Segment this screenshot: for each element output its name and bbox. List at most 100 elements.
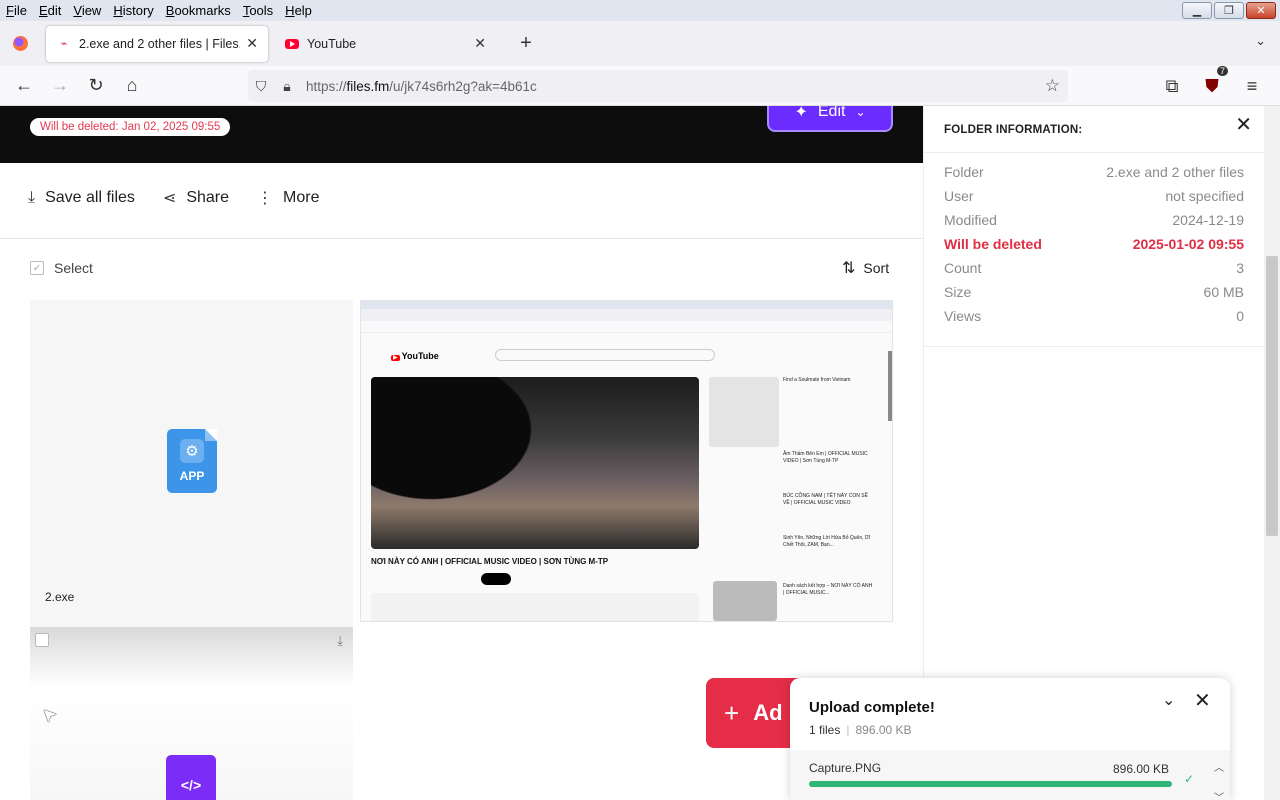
extensions-icon[interactable]: ⧉ [1154,70,1190,102]
download-icon[interactable]: ⤓ [337,633,343,649]
select-all-checkbox[interactable]: ✓ [30,261,44,275]
restore-button[interactable]: ❐ [1214,2,1244,19]
info-row-user: User not specified [944,184,1244,208]
code-icon-label: </> [180,777,202,793]
info-label: Size [944,284,972,300]
close-icon[interactable]: ✕ [1235,112,1252,137]
page-content: Will be deleted: Jan 02, 2025 09:55 ✦ Ed… [0,106,923,800]
checkmark-icon: ✓ [1184,772,1195,786]
upload-files-count: 1 files [809,723,841,737]
scrollbar-thumb[interactable] [1266,256,1278,536]
file-card-image-preview[interactable]: YouTube NƠI NÀY CÓ ANH | OFFICIAL MUSIC … [360,300,893,622]
info-value: 2025-01-02 09:55 [1132,236,1244,252]
sort-label: Sort [863,260,890,276]
info-row-views: Views 0 [944,304,1244,328]
plus-icon: + [724,697,740,728]
list-tabs-chevron-icon[interactable]: ⌄ [1255,33,1266,49]
thumb-side-item: BÚC CÔNG NAM | TẾT NÀY CON SẼ VỀ | OFFIC… [783,493,868,506]
edit-button[interactable]: ✦ Edit ⌄ [767,106,893,132]
menu-help[interactable]: Help [279,3,318,18]
tab-youtube[interactable]: YouTube ✕ [274,26,496,62]
upload-summary: 1 files | 896.00 KB [809,723,912,737]
sort-button[interactable]: ⇅ Sort [842,258,889,278]
menu-history[interactable]: History [107,3,159,18]
toolbar-right: ⧉ ⛊ 7 ≡ [1154,66,1270,102]
reload-button[interactable]: ↻ [78,70,114,102]
save-all-files-button[interactable]: ⤓ Save all files [28,188,135,208]
toolbar-divider [0,238,923,239]
select-all-control[interactable]: ✓ Select [30,260,93,276]
minimize-button[interactable]: ▁ [1182,2,1212,19]
panel-divider [924,152,1265,153]
file-card-code[interactable]: ⤓ </> [30,627,353,800]
folder-header: Will be deleted: Jan 02, 2025 09:55 ✦ Ed… [0,106,923,163]
forward-button[interactable]: → [42,70,78,102]
info-row-count: Count 3 [944,256,1244,280]
app-menu-icon[interactable]: ≡ [1234,70,1270,102]
tab-close-icon[interactable]: ✕ [246,35,258,52]
share-button[interactable]: ⋖ Share [163,188,229,208]
tab-title: 2.exe and 2 other files | Files.fm. [79,36,240,51]
gear-icon: ⚙ [180,439,204,463]
extension-badge: 7 [1216,66,1228,76]
panel-divider [924,346,1265,347]
info-label: Views [944,308,982,324]
close-icon[interactable]: ✕ [1194,688,1211,713]
new-tab-button[interactable]: + [508,32,544,55]
window-controls: ▁ ❐ ✕ [1182,2,1276,19]
page-scrollbar[interactable] [1264,106,1280,800]
home-button[interactable]: ⌂ [114,70,150,102]
code-file-icon: </> [166,755,216,800]
menu-edit[interactable]: Edit [33,3,67,18]
back-button[interactable]: ← [6,70,42,102]
info-row-will-be-deleted: Will be deleted 2025-01-02 09:55 [944,232,1244,256]
menu-bookmarks[interactable]: Bookmarks [160,3,237,18]
tab-files-fm[interactable]: ⌁ 2.exe and 2 other files | Files.fm. ✕ [46,25,268,62]
upload-title: Upload complete! [809,699,935,716]
ublock-extension-icon[interactable]: ⛊ 7 [1194,66,1230,102]
shield-icon[interactable]: ⛉ [248,78,274,95]
info-row-modified: Modified 2024-12-19 [944,208,1244,232]
upload-progress-fill [809,781,1172,787]
tab-title: YouTube [307,36,357,51]
upload-progress-bar [809,781,1172,787]
menu-tools[interactable]: Tools [237,3,279,18]
file-select-checkbox[interactable] [35,633,49,647]
list-scroll-arrows[interactable]: ︿ ﹀ [1214,754,1224,800]
info-row-folder: Folder 2.exe and 2 other files [944,160,1244,184]
delete-notice-badge: Will be deleted: Jan 02, 2025 09:55 [30,118,231,136]
info-label: Folder [944,164,984,180]
bookmark-star-icon[interactable]: ☆ [1045,76,1060,96]
tab-bar: ⌁ 2.exe and 2 other files | Files.fm. ✕ … [0,21,1280,66]
info-value: 2.exe and 2 other files [1106,164,1244,180]
menu-view[interactable]: View [67,3,107,18]
url-bar[interactable]: ⛉ 🔒︎ https://files.fm/u/jk74s6rh2g?ak=4b… [248,70,1068,102]
info-label: Count [944,260,982,276]
upload-file-size: 896.00 KB [1113,762,1170,776]
file-name: 2.exe [45,590,75,604]
upload-file-row: Capture.PNG 896.00 KB ✓ ︿ ﹀ [790,750,1230,800]
menu-file[interactable]: File [0,3,33,18]
tab-close-icon[interactable]: ✕ [474,35,486,52]
screenshot-thumbnail: YouTube NƠI NÀY CÓ ANH | OFFICIAL MUSIC … [361,301,892,621]
collapse-chevron-icon[interactable]: ⌄ [1162,690,1175,710]
firefox-view-icon[interactable] [0,36,40,51]
close-window-button[interactable]: ✕ [1246,2,1276,19]
url-text[interactable]: https://files.fm/u/jk74s6rh2g?ak=4b61c [306,79,537,94]
upload-total-size: 896.00 KB [855,723,912,737]
select-label: Select [54,260,93,276]
info-value: not specified [1165,188,1244,204]
youtube-favicon-icon [284,36,300,52]
sparkle-icon: ✦ [794,106,808,121]
lock-icon[interactable]: 🔒︎ [274,78,300,95]
app-file-icon: ⚙ APP [167,429,217,493]
thumb-side-item: Find a Soulmate from Vietnam [783,377,851,383]
file-card-exe[interactable]: ⚙ APP 2.exe [30,300,353,627]
share-icon: ⋖ [162,190,177,207]
edit-label: Edit [817,106,846,120]
thumb-video-frame [371,377,699,549]
chevron-down-icon: ⌄ [855,106,866,119]
more-button[interactable]: ⋮ More [257,188,319,208]
file-actions-toolbar: ⤓ Save all files ⋖ Share ⋮ More [28,188,319,208]
upload-file-name: Capture.PNG [809,761,882,775]
